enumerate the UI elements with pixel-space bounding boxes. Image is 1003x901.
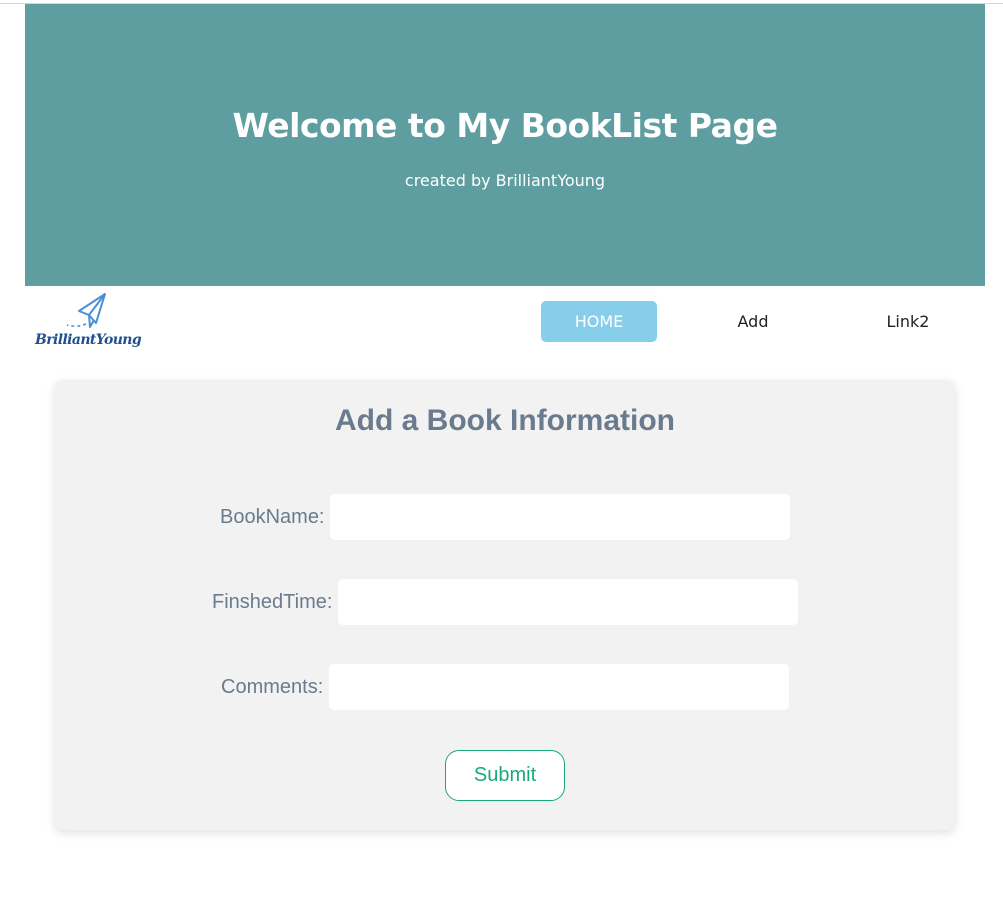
nav-home-button[interactable]: HOME	[541, 301, 657, 342]
add-book-form-card: Add a Book Information BookName: Finshed…	[55, 380, 955, 830]
page-subtitle: created by BrilliantYoung	[404, 171, 606, 190]
paper-plane-icon	[34, 290, 134, 338]
brand-logo[interactable]: BrilliantYoung	[34, 290, 142, 354]
hero-banner: Welcome to My BookList Page created by B…	[25, 4, 985, 286]
form-title: Add a Book Information	[335, 404, 675, 437]
brand-logo-text: BrilliantYoung	[35, 332, 142, 348]
finished-time-input[interactable]	[338, 579, 798, 625]
book-name-label: BookName:	[220, 506, 325, 528]
nav-add-link[interactable]: Add	[695, 301, 811, 342]
comments-input[interactable]	[329, 664, 789, 710]
comments-label: Comments:	[221, 676, 324, 698]
finished-time-label: FinshedTime:	[212, 591, 333, 613]
page-title: Welcome to My BookList Page	[232, 106, 778, 145]
navbar: BrilliantYoung HOME Add Link2	[25, 286, 985, 358]
book-name-input[interactable]	[330, 494, 790, 540]
submit-button[interactable]: Submit	[445, 750, 565, 801]
nav-link2-link[interactable]: Link2	[850, 301, 966, 342]
